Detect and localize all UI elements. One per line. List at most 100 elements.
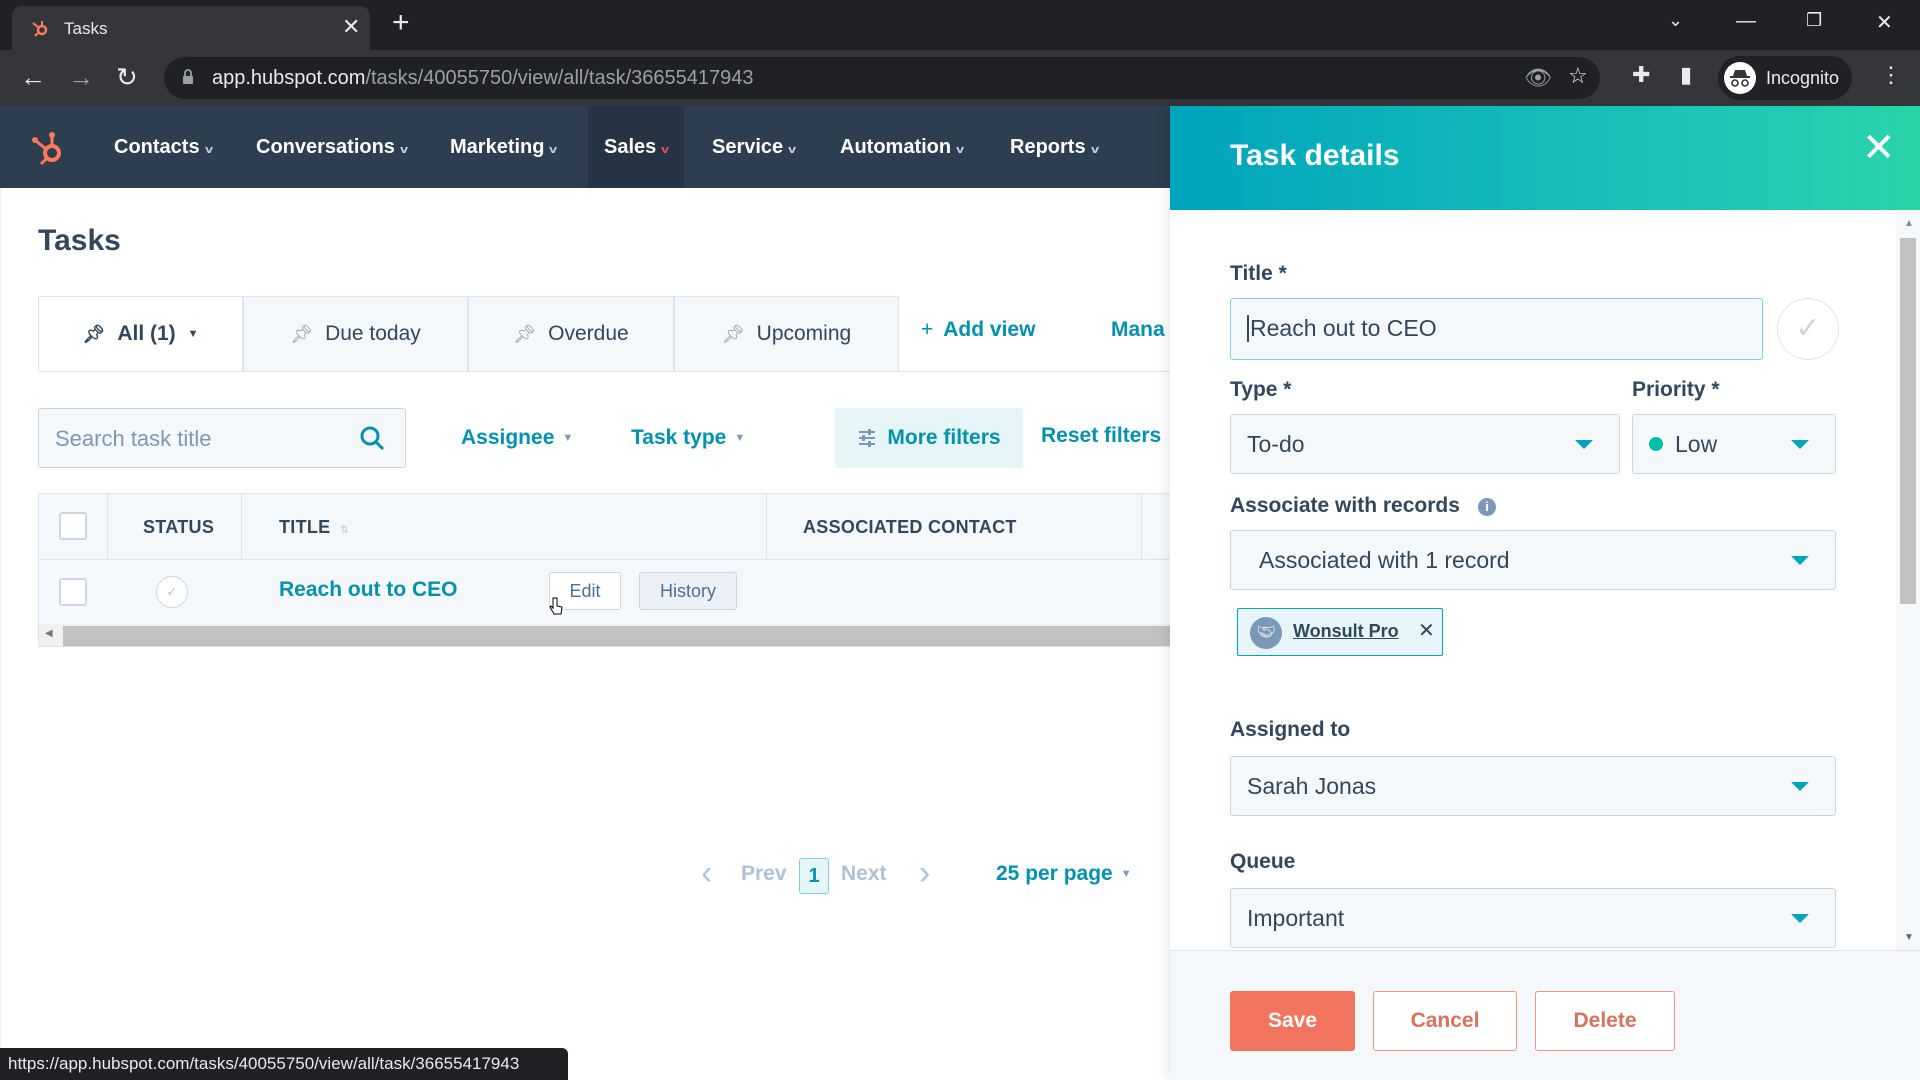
assignee-filter[interactable]: Assignee ▼ [461,426,573,450]
caret-down-icon: ▼ [562,432,574,445]
reload-icon[interactable]: ↻ [116,64,138,90]
url-path: /tasks/40055750/view/all/task/3665541794… [365,67,754,89]
incognito-icon [1724,62,1756,94]
chevron-down-icon: v [661,144,670,156]
nav-conversations[interactable]: Conversations v [256,106,408,188]
column-divider [241,494,242,560]
mark-complete-icon[interactable]: ✓ [156,576,188,608]
prev-page-icon[interactable]: ‹ [701,856,712,890]
priority-select[interactable]: Low [1632,414,1836,474]
column-header-title[interactable]: TITLE ⇅ [279,494,349,560]
per-page-select[interactable]: 25 per page ▼ [996,862,1132,886]
caret-down-icon: ▼ [1120,868,1132,881]
cancel-button[interactable]: Cancel [1373,991,1517,1051]
task-title-link[interactable]: Reach out to CEO [279,578,458,602]
title-input-value: Reach out to CEO [1247,315,1437,342]
nav-label: Sales [604,136,657,158]
hubspot-logo-icon[interactable] [28,128,68,168]
tab-upcoming[interactable]: 📌︎ Upcoming [674,296,899,372]
browser-tab-bar: Tasks ✕ + ⌄ — ❐ ✕ [0,0,1920,50]
forward-icon[interactable]: → [68,64,94,90]
nav-label: Marketing [450,136,545,158]
save-button[interactable]: Save [1230,991,1355,1051]
history-button[interactable]: History [639,572,737,610]
hubspot-favicon-icon [32,21,48,37]
sort-icon[interactable]: ⇅ [341,525,350,536]
nav-contacts[interactable]: Contacts v [114,106,213,188]
bookmark-star-icon[interactable]: ☆ [1568,63,1588,89]
panel-vertical-scrollbar[interactable]: ▲ ▼ [1896,210,1920,950]
assigned-to-select[interactable]: Sarah Jonas [1230,756,1836,816]
task-type-filter[interactable]: Task type ▼ [631,426,745,450]
panel-footer: Save Cancel Delete [1170,950,1920,1080]
search-icon[interactable] [359,425,385,451]
scroll-down-icon[interactable]: ▼ [1904,932,1914,943]
scroll-left-icon[interactable]: ◀ [45,628,53,639]
reset-filters-button[interactable]: Reset filters [1041,424,1161,448]
browser-tab[interactable]: Tasks ✕ [12,6,370,50]
delete-button[interactable]: Delete [1535,991,1675,1051]
current-page[interactable]: 1 [799,858,829,894]
nav-label: Automation [840,136,952,158]
back-icon[interactable]: ← [20,64,46,90]
prev-page-button[interactable]: Prev [741,862,787,886]
caret-down-icon [1791,782,1809,791]
caret-down-icon: ▼ [734,432,746,445]
nav-sales[interactable]: Sales v [588,106,685,188]
more-filters-button[interactable]: More filters [835,408,1023,468]
select-all-checkbox[interactable] [59,512,87,540]
next-page-icon[interactable]: › [919,856,930,890]
caret-down-icon [1791,440,1809,449]
row-checkbox[interactable] [59,578,87,606]
restore-icon[interactable]: ❐ [1806,10,1822,31]
address-bar[interactable]: app.hubspot.com/tasks/40055750/view/all/… [164,57,1600,99]
nav-marketing[interactable]: Marketing v [450,106,558,188]
incognito-profile-button[interactable]: Incognito [1718,56,1852,100]
scrollbar-thumb[interactable] [63,626,1173,646]
mark-complete-check-icon[interactable]: ✓ [1777,298,1839,360]
nav-label: Reports [1010,136,1086,158]
nav-automation[interactable]: Automation v [840,106,964,188]
tab-due-today[interactable]: 📌︎ Due today [243,296,468,372]
tab-all[interactable]: 📌︎ All (1) ▼ [38,296,243,372]
close-panel-icon[interactable]: ✕ [1862,128,1896,168]
next-page-button[interactable]: Next [841,862,887,886]
manage-views-link[interactable]: Mana [1111,318,1165,342]
close-window-icon[interactable]: ✕ [1876,10,1893,35]
nav-reports[interactable]: Reports v [1010,106,1099,188]
info-icon[interactable]: i [1478,498,1496,516]
chevron-down-icon: v [788,144,797,156]
assigned-to-label: Assigned to [1230,718,1351,741]
queue-select[interactable]: Important [1230,888,1836,948]
column-header-status[interactable]: STATUS [143,494,214,560]
column-divider [1141,494,1142,560]
scroll-up-icon[interactable]: ▲ [1904,218,1914,229]
add-view-button[interactable]: + Add view [921,318,1035,342]
close-tab-icon[interactable]: ✕ [342,14,360,40]
add-view-label: Add view [943,318,1036,341]
nav-label: Contacts [114,136,200,158]
tab-overdue[interactable]: 📌︎ Overdue [468,296,674,372]
type-select[interactable]: To-do [1230,414,1620,474]
chevron-down-icon: v [549,144,558,156]
minimize-icon[interactable]: — [1736,10,1756,33]
side-panel-icon[interactable]: ▮ [1680,62,1692,88]
new-tab-icon[interactable]: + [392,8,410,38]
horizontal-scrollbar[interactable]: ◀ [39,624,1173,646]
associate-value: Associated with 1 record [1259,547,1510,573]
nav-service[interactable]: Service v [712,106,797,188]
remove-association-icon[interactable]: ✕ [1418,618,1435,643]
associated-record-link[interactable]: Wonsult Pro [1293,621,1399,642]
caret-down-icon: ▼ [187,328,199,340]
tab-label: All (1) [117,322,176,345]
tracking-protection-icon[interactable]: 👁 [1524,65,1552,91]
tab-search-icon[interactable]: ⌄ [1668,10,1683,31]
browser-menu-icon[interactable]: ⋮ [1880,62,1902,88]
associate-records-select[interactable]: Associated with 1 record [1230,530,1836,590]
search-input[interactable]: Search task title [38,408,406,468]
task-details-panel: Task details ✕ Title * Reach out to CEO … [1170,106,1920,1080]
title-input[interactable]: Reach out to CEO [1230,298,1763,360]
extensions-icon[interactable]: ✚ [1632,62,1650,88]
scrollbar-thumb[interactable] [1900,238,1916,604]
column-header-associated-contact[interactable]: ASSOCIATED CONTACT [803,494,1017,560]
